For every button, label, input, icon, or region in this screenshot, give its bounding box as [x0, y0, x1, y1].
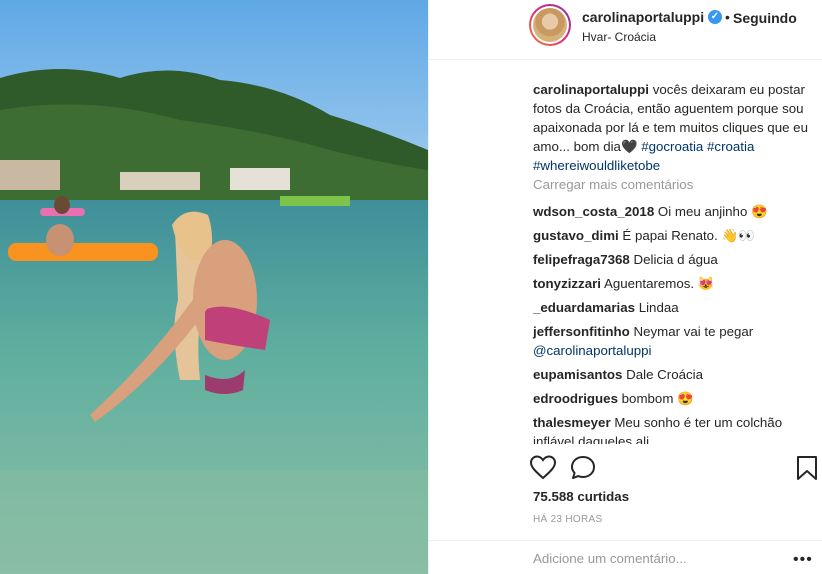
comment-text: É papai Renato. 👋👀 — [618, 228, 755, 243]
comment-text: Lindaa — [635, 300, 679, 315]
comment-text: Neymar vai te pegar — [629, 324, 754, 339]
comment-username[interactable]: edroodrigues — [533, 391, 618, 406]
location-link[interactable]: Hvar- Croácia — [582, 30, 656, 44]
post-sidebar: carolinaportaluppi ✓ • Seguindo Hvar- Cr… — [428, 0, 822, 574]
comment-item: eupamisantos Dale Croácia — [533, 365, 815, 384]
comment-item: thalesmeyer Meu sonho é ter um colchão — [533, 413, 815, 432]
more-options-button[interactable]: ••• — [793, 551, 813, 569]
post-caption: carolinaportaluppi vocês deixaram eu pos… — [533, 80, 815, 175]
caption-username[interactable]: carolinaportaluppi — [533, 82, 649, 97]
header-username[interactable]: carolinaportaluppi — [582, 9, 704, 25]
comment-username[interactable]: jeffersonfitinho — [533, 324, 630, 339]
comment-icon[interactable] — [569, 454, 597, 482]
comment-text: Oi meu anjinho 😍 — [654, 204, 768, 219]
comment-item: _eduardamarias Lindaa — [533, 298, 815, 317]
comment-username[interactable]: wdson_costa_2018 — [533, 204, 654, 219]
comment-username[interactable]: tonyzizzari — [533, 276, 601, 291]
comment-username[interactable]: _eduardamarias — [533, 300, 635, 315]
comment-text: bombom 😍 — [617, 391, 694, 406]
comment-text-continued: inflável daqueles ali — [533, 434, 650, 444]
comment-username[interactable]: felipefraga7368 — [533, 252, 630, 267]
comment-input[interactable] — [533, 551, 783, 566]
comments-section[interactable]: carolinaportaluppi vocês deixaram eu pos… — [429, 72, 822, 444]
post-photo[interactable] — [0, 0, 428, 574]
comment-item: felipefraga7368 Delicia d água — [533, 250, 815, 269]
hashtag[interactable]: #gocroatia — [641, 139, 703, 154]
beach-photo — [0, 0, 428, 574]
hashtag[interactable]: #croatia — [707, 139, 754, 154]
action-bar — [429, 448, 822, 488]
comment-item: wdson_costa_2018 Oi meu anjinho 😍 — [533, 202, 815, 221]
comment-item: tonyzizzari Aguentaremos. 😻 — [533, 274, 815, 293]
comment-text: Delicia d água — [629, 252, 718, 267]
comment-item: jeffersonfitinho Neymar vai te pegar — [533, 322, 815, 341]
post-timestamp[interactable]: HÁ 23 HORAS — [533, 514, 602, 525]
comment-item: edroodrigues bombom 😍 — [533, 389, 815, 408]
comment-text: Aguentaremos. 😻 — [600, 276, 715, 291]
following-button[interactable]: Seguindo — [733, 10, 797, 26]
comment-mention-line: @carolinaportaluppi — [533, 341, 815, 360]
header-separator: • — [725, 9, 730, 25]
comment-item: gustavo_dimi É papai Renato. 👋👀 — [533, 226, 815, 245]
load-more-comments-button[interactable]: Carregar mais comentários — [533, 177, 693, 192]
bookmark-icon[interactable] — [793, 454, 821, 482]
post-header: carolinaportaluppi ✓ • Seguindo Hvar- Cr… — [429, 0, 822, 60]
comment-username[interactable]: gustavo_dimi — [533, 228, 619, 243]
heart-icon[interactable] — [529, 454, 557, 482]
hashtag[interactable]: #whereiwouldliketobe — [533, 158, 660, 173]
comment-username[interactable]: thalesmeyer — [533, 415, 611, 430]
likes-count[interactable]: 75.588 curtidas — [533, 489, 629, 504]
comment-username[interactable]: eupamisantos — [533, 367, 622, 382]
add-comment-bar: ••• — [429, 540, 822, 574]
comment-text: Dale Croácia — [622, 367, 703, 382]
verified-badge-icon: ✓ — [708, 10, 722, 24]
avatar[interactable] — [529, 4, 571, 46]
comment-mention[interactable]: @carolinaportaluppi — [533, 343, 651, 358]
avatar-image — [533, 8, 567, 42]
comment-text: Meu sonho é ter um colchão — [610, 415, 783, 430]
